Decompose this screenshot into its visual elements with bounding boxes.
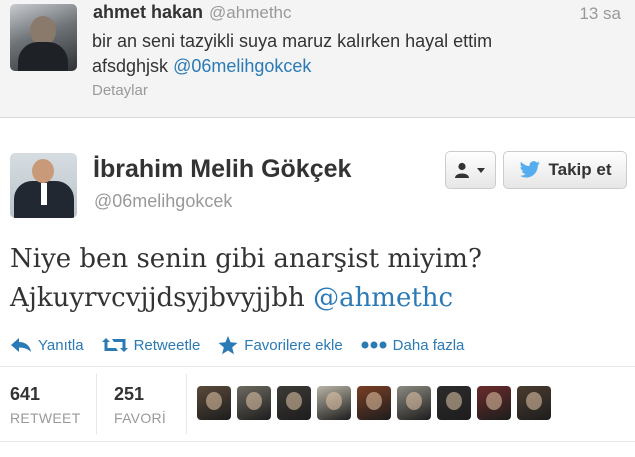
favorite-button[interactable]: Favorilere ekle <box>218 335 343 355</box>
tweet-text-prefix: Ajkuyrvcvjjdsyjbvyjjbh <box>10 283 305 313</box>
reply-mention-link[interactable]: @06melihgokcek <box>173 56 311 76</box>
divider <box>0 441 635 442</box>
reply-author-handle[interactable]: @ahmethc <box>209 3 291 22</box>
avatar[interactable] <box>277 386 311 420</box>
reply-button[interactable]: Yanıtla <box>10 337 84 354</box>
caret-down-icon <box>477 168 485 173</box>
favorite-count-value: 251 <box>114 384 145 404</box>
avatar[interactable] <box>197 386 231 420</box>
retweet-count-label: RETWEET <box>10 410 81 426</box>
reply-icon <box>11 338 31 352</box>
retweet-count-value: 641 <box>10 384 41 404</box>
retweet-count[interactable]: 641 RETWEET <box>10 384 81 426</box>
follow-button[interactable]: Takip et <box>503 151 627 189</box>
avatar-head <box>32 159 54 183</box>
divider <box>96 374 97 434</box>
tweet-author-handle[interactable]: @06melihgokcek <box>94 191 232 212</box>
avatar[interactable] <box>517 386 551 420</box>
avatar[interactable] <box>477 386 511 420</box>
avatar[interactable] <box>317 386 351 420</box>
favorite-count[interactable]: 251 FAVORİ <box>114 384 166 426</box>
reply-text: bir an seni tazyikli suya maruz kalırken… <box>92 29 612 79</box>
tweet-text-line1: Niye ben senin gibi anarşist miyim? <box>10 244 482 274</box>
reply-text-line2: afsdghjsk @06melihgokcek <box>92 54 612 79</box>
more-button[interactable]: Daha fazla <box>361 336 465 354</box>
avatar[interactable] <box>10 153 77 218</box>
tweet-mention-link[interactable]: @ahmethc <box>313 283 453 313</box>
reply-author-name[interactable]: ahmet hakan <box>93 2 203 22</box>
reply-context-tweet: ahmet hakan @ahmethc 13 sa bir an seni ta… <box>0 0 635 118</box>
tweet-text-line2: Ajkuyrvcvjjdsyjbvyjjbh @ahmethc <box>10 279 625 318</box>
avatar-body <box>18 42 68 71</box>
tweet-actions: Yanıtla Retweetle Favorilere ekle Daha f… <box>10 333 482 357</box>
reply-timestamp[interactable]: 13 sa <box>579 4 621 24</box>
divider <box>0 366 635 367</box>
reply-author[interactable]: ahmet hakan @ahmethc <box>93 2 292 23</box>
details-link[interactable]: Detaylar <box>92 82 148 99</box>
more-dots-icon <box>361 341 387 349</box>
retweet-button[interactable]: Retweetle <box>101 336 201 354</box>
follow-button-label: Takip et <box>548 160 612 179</box>
more-label: Daha fazla <box>392 336 465 354</box>
divider <box>186 374 187 434</box>
avatar[interactable] <box>357 386 391 420</box>
avatar[interactable] <box>437 386 471 420</box>
favorite-count-label: FAVORİ <box>114 410 167 426</box>
favoriter-avatars <box>197 386 557 420</box>
user-actions-button[interactable] <box>445 151 496 189</box>
avatar[interactable] <box>237 386 271 420</box>
reply-text-prefix: afsdghjsk <box>92 56 169 76</box>
reply-text-line1: bir an seni tazyikli suya maruz kalırken… <box>92 31 493 51</box>
favorite-label: Favorilere ekle <box>244 336 343 354</box>
twitter-bird-icon <box>519 161 540 178</box>
user-icon <box>455 162 469 178</box>
retweet-label: Retweetle <box>133 336 201 354</box>
avatar[interactable] <box>397 386 431 420</box>
reply-label: Yanıtla <box>38 336 84 354</box>
tweet-author-name[interactable]: İbrahim Melih Gökçek <box>93 155 351 184</box>
avatar[interactable] <box>10 4 77 71</box>
retweet-icon <box>101 338 128 352</box>
star-icon <box>218 335 238 354</box>
tweet-text: Niye ben senin gibi anarşist miyim? Ajku… <box>10 240 625 318</box>
avatar-shirt <box>41 183 47 205</box>
